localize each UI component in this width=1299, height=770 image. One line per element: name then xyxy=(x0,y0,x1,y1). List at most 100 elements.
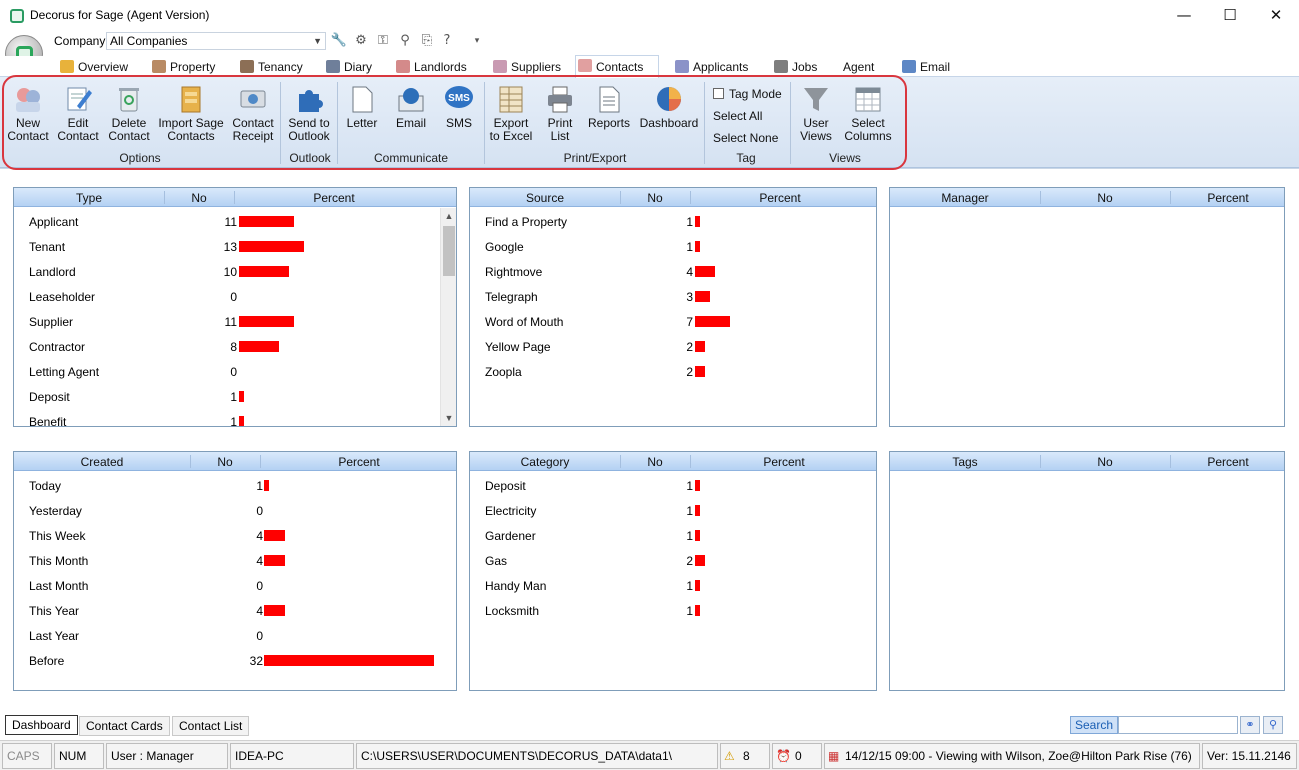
column-header-percent[interactable]: Percent xyxy=(260,455,456,469)
vertical-scrollbar[interactable]: ▲ ▼ xyxy=(440,208,456,426)
list-item[interactable]: Electricity 1 xyxy=(470,498,876,523)
scroll-up-icon[interactable]: ▲ xyxy=(441,208,456,224)
warnings-indicator[interactable]: ⚠ 8 xyxy=(720,743,770,769)
contact-receipt-button[interactable]: Contact Receipt xyxy=(230,84,276,143)
wrench-icon[interactable]: 🔧 xyxy=(330,32,348,50)
list-item[interactable]: Last Year 0 xyxy=(14,623,456,648)
list-item[interactable]: Find a Property 1 xyxy=(470,209,876,234)
tab-dashboard[interactable]: Dashboard xyxy=(5,715,78,735)
import-sage-contacts-button[interactable]: Import Sage Contacts xyxy=(158,84,224,143)
tab-property[interactable]: Property xyxy=(150,57,215,77)
network-icon[interactable]: ⚲ xyxy=(396,32,414,50)
minimize-button[interactable]: — xyxy=(1161,0,1207,31)
tag-mode-checkbox[interactable]: Tag Mode xyxy=(713,87,782,101)
column-header-no[interactable]: No xyxy=(190,455,260,469)
next-appointment[interactable]: ▦ 14/12/15 09:00 - Viewing with Wilson, … xyxy=(824,743,1200,769)
tab-suppliers[interactable]: Suppliers xyxy=(491,57,561,77)
letter-button[interactable]: Letter xyxy=(343,84,381,130)
list-item[interactable]: Landlord 10 xyxy=(14,259,456,284)
list-item[interactable]: Contractor 8 xyxy=(14,334,456,359)
scroll-down-icon[interactable]: ▼ xyxy=(441,410,456,426)
list-item[interactable]: Telegraph 3 xyxy=(470,284,876,309)
list-item[interactable]: Yesterday 0 xyxy=(14,498,456,523)
list-item[interactable]: Google 1 xyxy=(470,234,876,259)
binoculars-icon[interactable]: ⚭ xyxy=(1240,716,1260,734)
sms-button[interactable]: SMS SMS xyxy=(440,84,478,130)
list-item[interactable]: Deposit 1 xyxy=(14,384,456,409)
document-settings-icon[interactable]: ⎘ xyxy=(418,32,436,50)
list-item[interactable]: Today 1 xyxy=(14,473,456,498)
email-button[interactable]: Email xyxy=(392,84,430,130)
list-item[interactable]: Supplier 11 xyxy=(14,309,456,334)
list-item[interactable]: Letting Agent 0 xyxy=(14,359,456,384)
maximize-button[interactable]: ☐ xyxy=(1207,0,1253,31)
list-item[interactable]: Last Month 0 xyxy=(14,573,456,598)
list-item[interactable]: Applicant 11 xyxy=(14,209,456,234)
customize-toolbar-icon[interactable]: ▾ xyxy=(468,32,486,50)
column-header-no[interactable]: No xyxy=(620,455,690,469)
tab-contacts[interactable]: Contacts xyxy=(575,55,659,78)
column-header-no[interactable]: No xyxy=(164,191,234,205)
column-header-percent[interactable]: Percent xyxy=(690,455,876,469)
list-item[interactable]: Tenant 13 xyxy=(14,234,456,259)
select-columns-button[interactable]: Select Columns xyxy=(844,84,892,143)
print-list-button[interactable]: Print List xyxy=(541,84,579,143)
export-to-excel-button[interactable]: Export to Excel xyxy=(487,84,535,143)
column-header-no[interactable]: No xyxy=(1040,455,1170,469)
list-item[interactable]: Rightmove 4 xyxy=(470,259,876,284)
help-icon[interactable]: ? xyxy=(438,32,456,50)
tab-contact-list[interactable]: Contact List xyxy=(172,716,250,736)
column-header-name[interactable]: Source xyxy=(470,191,620,205)
alarms-indicator[interactable]: ⏰ 0 xyxy=(772,743,822,769)
close-button[interactable]: ✕ xyxy=(1253,0,1299,31)
column-header-no[interactable]: No xyxy=(620,191,690,205)
column-header-percent[interactable]: Percent xyxy=(234,191,434,205)
send-to-outlook-button[interactable]: Send to Outlook xyxy=(285,84,333,143)
column-header-percent[interactable]: Percent xyxy=(1170,455,1284,469)
list-item[interactable]: Word of Mouth 7 xyxy=(470,309,876,334)
list-item[interactable]: Gardener 1 xyxy=(470,523,876,548)
column-header-name[interactable]: Manager xyxy=(890,191,1040,205)
tab-tenancy[interactable]: Tenancy xyxy=(238,57,303,77)
advanced-search-icon[interactable]: ⚲ xyxy=(1263,716,1283,734)
column-header-name[interactable]: Category xyxy=(470,455,620,469)
list-item[interactable]: Handy Man 1 xyxy=(470,573,876,598)
list-item[interactable]: Benefit 1 xyxy=(14,409,456,426)
tab-contact-cards[interactable]: Contact Cards xyxy=(79,716,170,736)
tab-landlords[interactable]: Landlords xyxy=(394,57,467,77)
list-item[interactable]: Locksmith 1 xyxy=(470,598,876,623)
list-item[interactable]: Yellow Page 2 xyxy=(470,334,876,359)
settings-icon[interactable]: ⚙ xyxy=(352,32,370,50)
select-none-button[interactable]: Select None xyxy=(713,131,778,145)
column-header-name[interactable]: Tags xyxy=(890,455,1040,469)
list-item[interactable]: This Month 4 xyxy=(14,548,456,573)
column-header-percent[interactable]: Percent xyxy=(1170,191,1284,205)
new-contact-button[interactable]: New Contact xyxy=(6,84,50,143)
edit-contact-button[interactable]: Edit Contact xyxy=(57,84,99,143)
scroll-thumb[interactable] xyxy=(443,226,455,276)
tab-applicants[interactable]: Applicants xyxy=(673,57,748,77)
search-button[interactable]: Search xyxy=(1070,716,1118,734)
column-header-no[interactable]: No xyxy=(1040,191,1170,205)
search-input[interactable] xyxy=(1118,716,1238,734)
tab-agent[interactable]: Agent xyxy=(823,57,874,77)
column-header-percent[interactable]: Percent xyxy=(690,191,870,205)
company-select[interactable]: All Companies ▼ xyxy=(106,32,326,50)
column-header-name[interactable]: Created xyxy=(14,455,190,469)
list-item[interactable]: Leaseholder 0 xyxy=(14,284,456,309)
tab-email[interactable]: Email xyxy=(900,57,950,77)
user-views-button[interactable]: User Views xyxy=(796,84,836,143)
list-item[interactable]: This Week 4 xyxy=(14,523,456,548)
tab-overview[interactable]: Overview xyxy=(58,57,128,77)
delete-contact-button[interactable]: Delete Contact xyxy=(107,84,151,143)
tab-diary[interactable]: Diary xyxy=(324,57,372,77)
dashboard-button[interactable]: Dashboard xyxy=(638,84,700,130)
list-item[interactable]: Deposit 1 xyxy=(470,473,876,498)
list-item[interactable]: This Year 4 xyxy=(14,598,456,623)
key-settings-icon[interactable]: ⚿ xyxy=(374,32,392,50)
list-item[interactable]: Zoopla 2 xyxy=(470,359,876,384)
select-all-button[interactable]: Select All xyxy=(713,109,762,123)
column-header-name[interactable]: Type xyxy=(14,191,164,205)
tab-jobs[interactable]: Jobs xyxy=(772,57,817,77)
list-item[interactable]: Before 32 xyxy=(14,648,456,673)
